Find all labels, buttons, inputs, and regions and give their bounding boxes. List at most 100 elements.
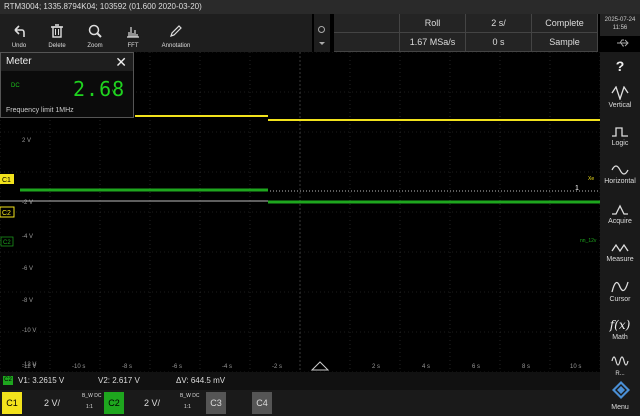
c1-trace bbox=[135, 115, 600, 121]
fft-button[interactable]: FFT bbox=[114, 14, 152, 52]
acquisition-mode[interactable]: Sample bbox=[532, 33, 598, 52]
meter-header: Meter ✕ bbox=[1, 53, 133, 71]
status-empty-1 bbox=[334, 14, 400, 33]
logic-button[interactable]: Logic bbox=[600, 126, 640, 147]
meter-unit: V bbox=[112, 90, 117, 96]
channel-2-coupling: B_W DC bbox=[180, 393, 200, 399]
trigger-level-label: Xe bbox=[588, 176, 594, 182]
measure-icon bbox=[611, 243, 629, 253]
x-tick-label: -2 s bbox=[272, 364, 282, 370]
vertical-button[interactable]: Vertical bbox=[600, 86, 640, 109]
c2-ghost-label: C2 bbox=[3, 240, 11, 246]
time-text: 11:56 bbox=[612, 25, 628, 31]
trash-icon bbox=[51, 24, 63, 38]
math-label: Math bbox=[612, 334, 628, 341]
meter-panel[interactable]: Meter ✕ DC 2.68 V Frequency limit 1MHz bbox=[0, 52, 134, 118]
date-time: 2025-07-24 11:56 bbox=[600, 14, 640, 36]
channel-2-probe: 1:1 bbox=[184, 404, 191, 410]
x-tick-label: -6 s bbox=[172, 364, 182, 370]
help-icon: ? bbox=[615, 58, 625, 74]
c2-level-marker[interactable]: C2 bbox=[0, 206, 15, 218]
vertical-icon bbox=[611, 86, 629, 100]
pencil-icon bbox=[170, 25, 182, 37]
wave-button[interactable]: R... bbox=[600, 354, 640, 377]
zoom-button[interactable]: Zoom bbox=[76, 14, 114, 52]
channel-1-coupling: B_W DC bbox=[82, 393, 102, 399]
channel-2-scale: 2 V/ bbox=[144, 398, 161, 408]
rohde-schwarz-logo bbox=[612, 381, 630, 399]
title-bar: RTM3004; 1335.8794K04; 103592 (01.600 20… bbox=[0, 0, 640, 14]
cursor-button[interactable]: Cursor bbox=[600, 280, 640, 303]
right-menu: ? Vertical Logic Horizontal Acquire Meas… bbox=[600, 52, 640, 416]
timebase-value[interactable]: 2 s/ bbox=[466, 14, 532, 33]
status-empty-2 bbox=[334, 33, 400, 52]
c2-ghost-marker: C2 bbox=[0, 236, 14, 247]
sample-rate[interactable]: 1.67 MSa/s bbox=[400, 33, 466, 52]
channel-1-settings[interactable]: C1 2 V/ B_W DC 1:1 bbox=[2, 392, 102, 414]
cursor-readout-bar: C2 V1: 3.2615 V V2: 2.617 V ΔV: 644.5 mV bbox=[0, 372, 600, 390]
meter-title: Meter bbox=[6, 56, 32, 67]
channel-1-tag: C1 bbox=[2, 392, 22, 414]
channel-2-tag: C2 bbox=[104, 392, 124, 414]
annotation-label: Annotation bbox=[161, 43, 191, 49]
undo-label: Undo bbox=[11, 43, 27, 49]
channel-bar: C1 2 V/ B_W DC 1:1 C2 2 V/ B_W DC 1:1 C3… bbox=[0, 390, 600, 416]
x-tick-label: -4 s bbox=[222, 364, 232, 370]
horizontal-icon bbox=[611, 165, 629, 175]
annotation-button[interactable]: Annotation bbox=[152, 14, 200, 52]
toolbar: Undo Delete Zoom FFT Annotation bbox=[0, 14, 312, 52]
acquire-icon bbox=[612, 204, 628, 215]
annotation-label: nn_12v bbox=[580, 238, 597, 244]
x-axis-labels: -10 s -8 s -6 s -4 s -2 s 2 s 4 s 6 s 8 s 10 s -12… bbox=[22, 364, 581, 370]
channel-1-probe: 1:1 bbox=[86, 404, 93, 410]
usb-icon bbox=[617, 39, 629, 47]
cursor-v1: V1: 3.2615 V bbox=[18, 376, 65, 385]
math-button[interactable]: f(x) Math bbox=[600, 318, 640, 341]
x-tick-label: -12 V bbox=[22, 364, 36, 370]
x-tick-label: 10 s bbox=[570, 364, 581, 370]
meter-coupling: DC bbox=[11, 83, 20, 89]
horizontal-position[interactable]: 0 s bbox=[466, 33, 532, 52]
zoom-icon bbox=[88, 24, 102, 38]
c1-level-marker[interactable]: C1 bbox=[0, 174, 14, 184]
channel-4-button[interactable]: C4 bbox=[252, 392, 272, 414]
logic-icon bbox=[612, 127, 628, 137]
toolbar-more-button[interactable] bbox=[314, 14, 330, 52]
cursor-source-badge[interactable]: C2 bbox=[3, 376, 13, 385]
channel-1-scale: 2 V/ bbox=[44, 398, 61, 408]
close-icon[interactable]: ✕ bbox=[115, 55, 127, 69]
horizontal-label: Horizontal bbox=[604, 178, 636, 185]
logic-label: Logic bbox=[611, 140, 629, 147]
y-tick-label: -8 V bbox=[22, 298, 33, 304]
acquire-button[interactable]: Acquire bbox=[600, 204, 640, 225]
y-tick-label: -10 V bbox=[22, 328, 36, 334]
wave-icon bbox=[611, 356, 629, 366]
acquire-label: Acquire bbox=[608, 218, 632, 225]
trigger-position-marker[interactable] bbox=[310, 361, 330, 371]
x-tick-label: 4 s bbox=[422, 364, 430, 370]
c2-trace bbox=[20, 188, 600, 204]
acq-mode[interactable]: Roll bbox=[400, 14, 466, 33]
meter-frequency-limit: Frequency limit 1MHz bbox=[6, 107, 74, 114]
delete-button[interactable]: Delete bbox=[38, 14, 76, 52]
cursor-v2: V2: 2.617 V bbox=[98, 376, 140, 385]
meter-value: 2.68 bbox=[73, 77, 126, 101]
measure-button[interactable]: Measure bbox=[600, 242, 640, 263]
menu-button[interactable]: Menu bbox=[600, 404, 640, 411]
undo-button[interactable]: Undo bbox=[0, 14, 38, 52]
horizontal-button[interactable]: Horizontal bbox=[600, 164, 640, 185]
fft-label: FFT bbox=[127, 43, 139, 49]
channel-2-settings[interactable]: C2 2 V/ B_W DC 1:1 bbox=[104, 392, 204, 414]
more-label: R... bbox=[615, 371, 625, 377]
record-dot-icon bbox=[318, 26, 325, 33]
x-tick-label: -10 s bbox=[72, 364, 85, 370]
help-button[interactable]: ? bbox=[600, 58, 640, 74]
x-tick-label: 6 s bbox=[472, 364, 480, 370]
y-tick-label: -4 V bbox=[22, 234, 33, 240]
channel-3-button[interactable]: C3 bbox=[206, 392, 226, 414]
measure-label: Measure bbox=[606, 256, 634, 263]
y-tick-label: 2 V bbox=[22, 138, 31, 144]
fft-icon bbox=[127, 27, 139, 38]
trigger-state[interactable]: Complete bbox=[532, 14, 598, 33]
chevron-down-icon bbox=[319, 42, 325, 45]
